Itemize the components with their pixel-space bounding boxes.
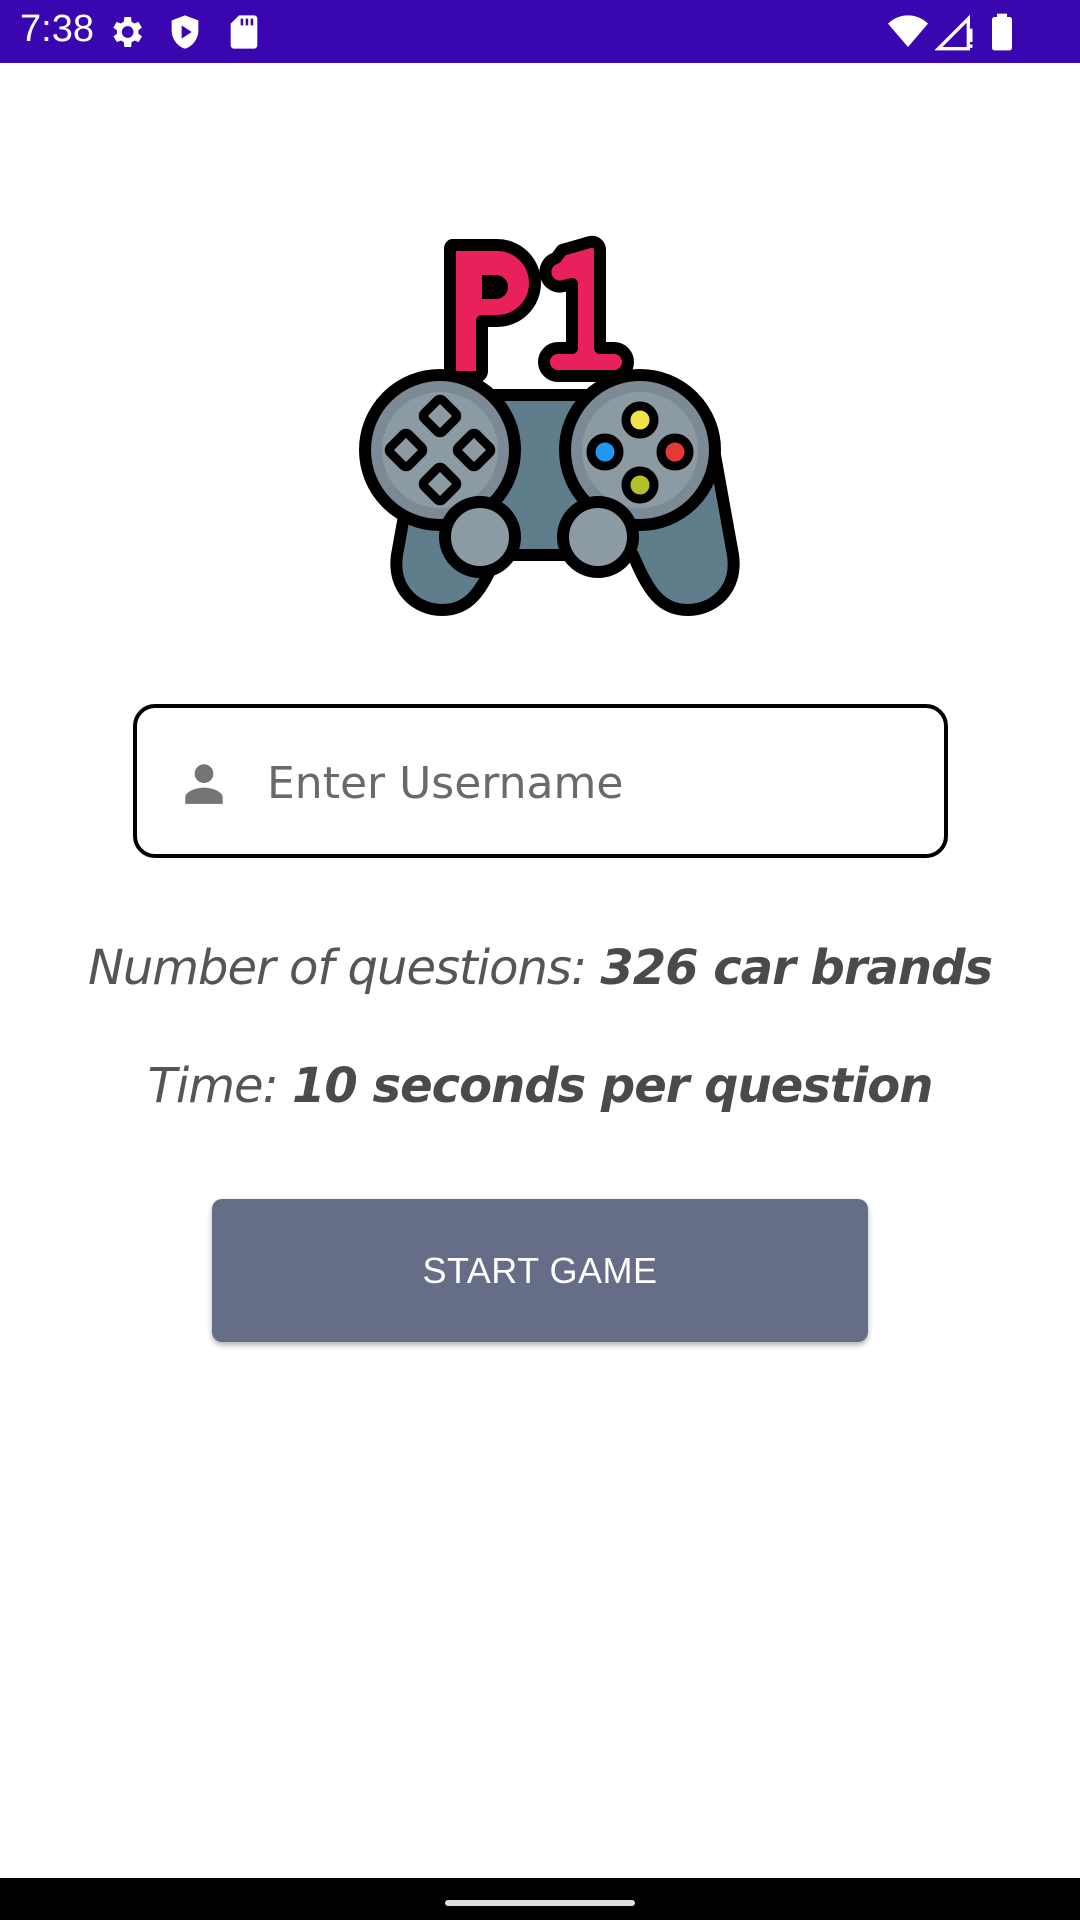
p1-gamepad-logo [340,225,740,625]
signal-icon [934,12,975,52]
username-field[interactable] [133,704,948,858]
questions-info: Number of questions: 326 car brands [0,940,1080,996]
questions-value: 326 car brands [600,940,993,996]
time-value: 10 seconds per question [292,1058,933,1114]
start-game-button[interactable]: START GAME [212,1199,868,1342]
time-info: Time: 10 seconds per question [0,1058,1080,1114]
status-bar: 7:38 [0,0,1080,63]
questions-label: Number of questions: [87,940,587,996]
time-label: Time: [147,1058,279,1114]
navigation-bar [0,1878,1080,1920]
username-input[interactable] [267,728,907,838]
wifi-icon [888,12,928,52]
home-gesture-handle[interactable] [445,1900,635,1906]
battery-icon [982,12,1022,52]
gamepad-icon [359,235,740,616]
status-time: 7:38 [20,8,94,50]
sd-card-icon [224,12,264,52]
settings-icon [106,12,146,52]
shield-play-icon [165,12,205,52]
person-icon [179,758,229,808]
